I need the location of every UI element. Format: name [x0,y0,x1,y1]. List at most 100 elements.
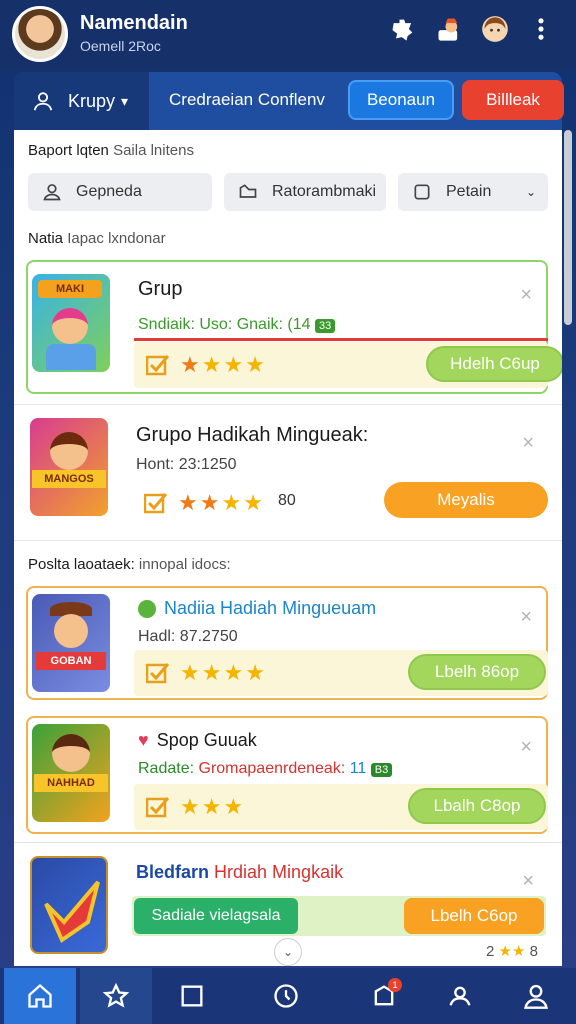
users-icon [449,986,471,1006]
close-icon[interactable]: × [522,432,534,455]
nav-notifications[interactable]: 1 [348,968,420,1024]
game-thumbnail: GOBAN [32,594,110,692]
card-title: Nadiia Hadiah Mingueuam [164,598,377,618]
group-card[interactable]: MANGOS Grupo Hadikah Mingueak: Hont: 23:… [26,412,548,530]
app-subtitle: Oemell 2Roc [80,38,161,54]
corner-rating: 2 ★★ 8 [486,943,538,960]
action-strip: Sadiale vielagsala Lbelh C6op [132,896,546,936]
group-card[interactable]: MAKI Grup Sndiaik: Uso: Gnaik: (14 33 ★ ★… [26,260,562,394]
check-box-icon [146,355,170,376]
group-card[interactable]: GOBAN Nadiia Hadiah Mingueuam Hadl: 87.2… [26,586,548,700]
bottom-nav: 1 [0,968,576,1024]
puzzle-icon[interactable] [388,14,418,44]
card-title-blue: Bledfarn [136,862,210,882]
nav-row: Krupy ▾ Credraeian Conflenv Beonaun Bill… [14,72,564,130]
close-icon[interactable]: × [520,736,532,759]
user-icon [33,92,53,111]
danger-button[interactable]: Billleak [462,80,564,120]
rating-value: 80 [278,492,296,509]
check-box-icon [144,493,168,514]
section-2-title: Poslta laoataek: [28,556,135,573]
game-thumbnail [30,856,108,954]
rating-strip: ★ ★ ★ ★ Hdelh C6up [134,342,562,388]
thumbnail-label: NAHHAD [34,774,108,792]
scrollbar[interactable] [564,130,572,325]
star-rating: ★ ★ ★ [180,794,244,819]
checkmark-icon [44,880,100,944]
folder-icon [239,184,257,198]
chevron-down-icon: ⌄ [525,185,536,199]
card-subtitle: Hadl: 87.2750 [138,628,238,645]
rating-strip: ★ ★ ★ ★ Lbelh 86op [134,650,548,696]
corner-rating-tail: 8 [529,943,538,960]
join-group-button[interactable]: Lbelh 86op [408,654,546,690]
scroll-down-icon[interactable]: ⌄ [274,938,302,966]
section-2-heading: Poslta laoataek: innopal idocs: [28,556,231,573]
close-icon[interactable]: × [520,284,532,307]
game-thumbnail: MAKI [32,274,110,372]
close-icon[interactable]: × [520,606,532,629]
share-button[interactable]: Sadiale vielagsala [134,898,298,934]
section-1-title-muted: Iapac lxndonar [67,230,166,247]
filter-label-1: Gepneda [76,183,142,200]
section-2-title-muted: innopal idocs: [138,556,231,573]
group-dropdown-label: Krupy [68,90,116,111]
card-subtitle-value: (14 [287,316,311,333]
filter-label-3: Petain [446,183,492,200]
claim-button[interactable]: Meyalis [384,482,548,518]
content-panel: Baport lqten Saila lnitens Gepneda Rator… [14,130,562,966]
card-title: Grupo Hadikah Mingueak: [136,424,369,446]
filters-heading: Baport lqten Saila lnitens [28,142,194,159]
check-box-icon [146,797,170,818]
nav-history[interactable] [250,968,322,1024]
card-subtitle: Sndiaik: Uso: Gnaik: (14 33 [138,316,336,334]
card-subtitle: Hont: 23:1250 [136,456,237,473]
nav-center-label[interactable]: Credraeian Conflenv [169,90,325,110]
divider [14,540,562,541]
card-subtitle-badge: 33 [314,319,336,333]
star-rating: ★ ★ ★ ★ [178,490,263,515]
card-title: Bledfarn Hrdiah Mingkaik [136,862,343,883]
divider [14,404,562,405]
more-options-icon[interactable] [526,14,556,44]
nav-library[interactable] [156,968,228,1024]
star-rating: ★ ★ ★ ★ [180,660,265,685]
group-card[interactable]: Bledfarn Hrdiah Mingkaik Sadiale vielags… [26,850,548,966]
nav-home[interactable] [4,968,76,1024]
card-subtitle: Radate: Gromapaenrdeneak: 11 B3 [138,760,393,778]
card-subtitle-value: 11 [349,760,367,777]
filter-label-2: Ratorambmaki [272,183,377,200]
section-1-heading: Natia Iapac lxndonar [28,230,166,247]
filters-heading-muted: Saila lnitens [113,142,194,159]
card-title: Grup [138,278,183,300]
card-subtitle-highlight: Gromapaenrdeneak: [198,760,346,777]
group-card[interactable]: NAHHAD ♥ Spop Guuak Radate: Gromapaenrde… [26,716,548,834]
primary-button[interactable]: Beonaun [348,80,454,120]
nav-groups[interactable] [424,968,496,1024]
profile-icon [524,984,548,1009]
progress-underline [134,338,548,341]
claim-button[interactable]: Lbelh C6op [404,898,544,934]
group-dropdown[interactable]: Krupy ▾ [14,72,149,130]
card-title-row: Nadiia Hadiah Mingueuam [138,598,376,619]
filter-button-1[interactable]: Gepneda [28,173,212,211]
card-title-red: Hrdiah Mingkaik [214,862,344,882]
profile-avatar-icon[interactable] [480,14,510,44]
chevron-down-icon: ▾ [121,92,129,109]
home-icon [28,983,52,1008]
leaf-icon [138,599,156,618]
divider [14,842,562,843]
square-icon [181,985,203,1007]
character-icon[interactable] [434,14,464,44]
filter-button-3[interactable]: Petain ⌄ [398,173,548,211]
nav-profile[interactable] [500,968,572,1024]
close-icon[interactable]: × [522,870,534,893]
avatar[interactable] [12,6,68,62]
rating-row: ★ ★ ★ ★ 80 Meyalis [132,480,548,526]
filter-button-2[interactable]: Ratorambmaki [224,173,386,211]
check-box-icon [146,663,170,684]
join-group-button[interactable]: Hdelh C6up [426,346,562,382]
star-rating: ★ ★ ★ ★ [180,352,265,377]
join-group-button[interactable]: Lbalh C8op [408,788,546,824]
nav-favorites[interactable] [80,968,152,1024]
